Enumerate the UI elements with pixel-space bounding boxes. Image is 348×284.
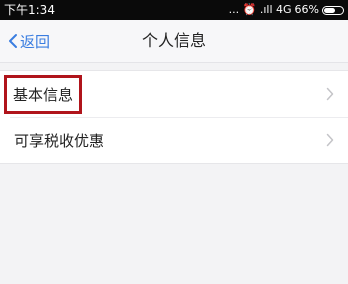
chevron-right-icon bbox=[326, 87, 334, 101]
battery-fill bbox=[324, 7, 336, 13]
menu-item-tax-benefits[interactable]: 可享税收优惠 bbox=[0, 117, 348, 163]
back-label: 返回 bbox=[20, 32, 51, 51]
menu-list: 基本信息 可享税收优惠 bbox=[0, 70, 348, 164]
status-bar: 下午1:34 ... ⏰ .ıll 4G 66% bbox=[0, 0, 348, 20]
battery-icon bbox=[322, 5, 344, 15]
menu-item-label: 基本信息 bbox=[4, 74, 83, 114]
menu-item-label: 可享税收优惠 bbox=[14, 131, 105, 150]
page-title: 个人信息 bbox=[141, 31, 206, 50]
battery-percent: 66% bbox=[294, 3, 319, 16]
nav-bar: 个人信息 返回 bbox=[0, 20, 348, 63]
back-chevron-icon bbox=[9, 34, 17, 48]
back-button[interactable]: 返回 bbox=[8, 20, 50, 62]
status-icons-text: ... ⏰ .ıll 4G bbox=[228, 3, 292, 16]
menu-item-basic-info[interactable]: 基本信息 bbox=[0, 71, 348, 117]
chevron-right-icon bbox=[326, 133, 334, 147]
status-indicators: ... ⏰ .ıll 4G 66% bbox=[229, 0, 344, 20]
status-time: 下午1:34 bbox=[4, 3, 55, 17]
